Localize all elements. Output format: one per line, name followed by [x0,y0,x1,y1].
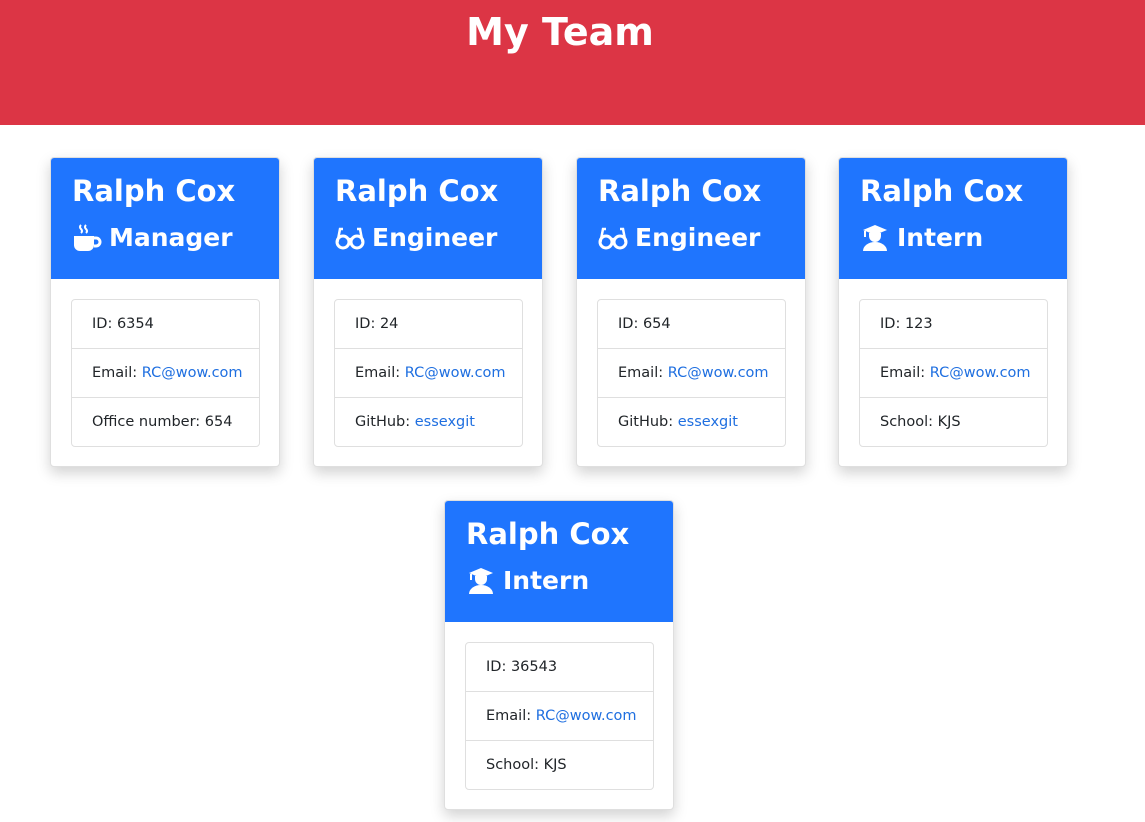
role-label: Intern [503,566,590,595]
employee-role: Engineer [598,221,760,255]
employee-name: Ralph Cox [72,174,236,208]
school-row: School: KJS [486,757,567,773]
card-header: Ralph Cox Intern [445,501,673,622]
card-header: Ralph Cox Engineer [314,158,542,279]
employee-card-engineer: Ralph Cox Engineer ID: 654 Email: RC@wow… [576,157,806,467]
employee-card-manager: Ralph Cox Manager ID: 6354 Email: RC@wow… [50,157,280,467]
school-row: School: KJS [880,414,961,430]
user-graduate-icon [466,566,496,596]
email-row: Email: RC@wow.com [335,349,522,398]
email-row: Email: RC@wow.com [860,349,1047,398]
employee-details: ID: 123 Email: RC@wow.com School: KJS [859,299,1048,447]
id-row: ID: 24 [335,300,522,349]
card-header: Ralph Cox Engineer [577,158,805,279]
employee-role: Manager [72,221,233,255]
school-value: KJS [937,414,961,430]
employee-card-intern: Ralph Cox Intern ID: 36543 Email: RC@wow… [444,500,674,810]
role-label: Engineer [372,223,498,252]
github-link[interactable]: essexgit [415,414,475,430]
github-link[interactable]: essexgit [678,414,738,430]
user-graduate-icon [860,223,890,253]
email-link[interactable]: RC@wow.com [930,365,1031,381]
email-row: Email: RC@wow.com [466,692,653,741]
employee-role: Intern [466,564,589,598]
id-row: ID: 6354 [72,300,259,349]
page-title: My Team [466,10,654,54]
github-row: GitHub: essexgit [618,414,738,430]
email-row: Email: RC@wow.com [72,349,259,398]
id-value: 6354 [116,316,154,332]
github-row: GitHub: essexgit [355,414,475,430]
role-label: Intern [897,223,984,252]
glasses-icon [598,223,628,253]
email-row: Email: RC@wow.com [598,349,785,398]
role-label: Manager [109,223,233,252]
email-link[interactable]: RC@wow.com [405,365,506,381]
employee-role: Intern [860,221,983,255]
email-link[interactable]: RC@wow.com [142,365,243,381]
office-number-row: Office number: 654 [92,414,233,430]
id-row: ID: 654 [598,300,785,349]
role-label: Engineer [635,223,761,252]
glasses-icon [335,223,365,253]
employee-card-engineer: Ralph Cox Engineer ID: 24 Email: RC@wow.… [313,157,543,467]
page-header: My Team [0,0,1145,125]
email-link[interactable]: RC@wow.com [668,365,769,381]
mug-hot-icon [72,223,102,253]
id-value: 654 [642,316,671,332]
office-number-value: 654 [204,414,233,430]
id-value: 123 [904,316,933,332]
id-row: ID: 123 [860,300,1047,349]
employee-card-intern: Ralph Cox Intern ID: 123 Email: RC@wow.c… [838,157,1068,467]
employee-details: ID: 24 Email: RC@wow.com GitHub: essexgi… [334,299,523,447]
id-row: ID: 36543 [466,643,653,692]
employee-details: ID: 654 Email: RC@wow.com GitHub: essexg… [597,299,786,447]
id-value: 24 [379,316,399,332]
school-value: KJS [543,757,567,773]
email-link[interactable]: RC@wow.com [536,708,637,724]
employee-details: ID: 36543 Email: RC@wow.com School: KJS [465,642,654,790]
card-header: Ralph Cox Intern [839,158,1067,279]
id-value: 36543 [510,659,558,675]
employee-details: ID: 6354 Email: RC@wow.com Office number… [71,299,260,447]
employee-name: Ralph Cox [335,174,499,208]
employee-role: Engineer [335,221,497,255]
employee-name: Ralph Cox [466,517,630,551]
card-header: Ralph Cox Manager [51,158,279,279]
employee-name: Ralph Cox [598,174,762,208]
employee-name: Ralph Cox [860,174,1024,208]
